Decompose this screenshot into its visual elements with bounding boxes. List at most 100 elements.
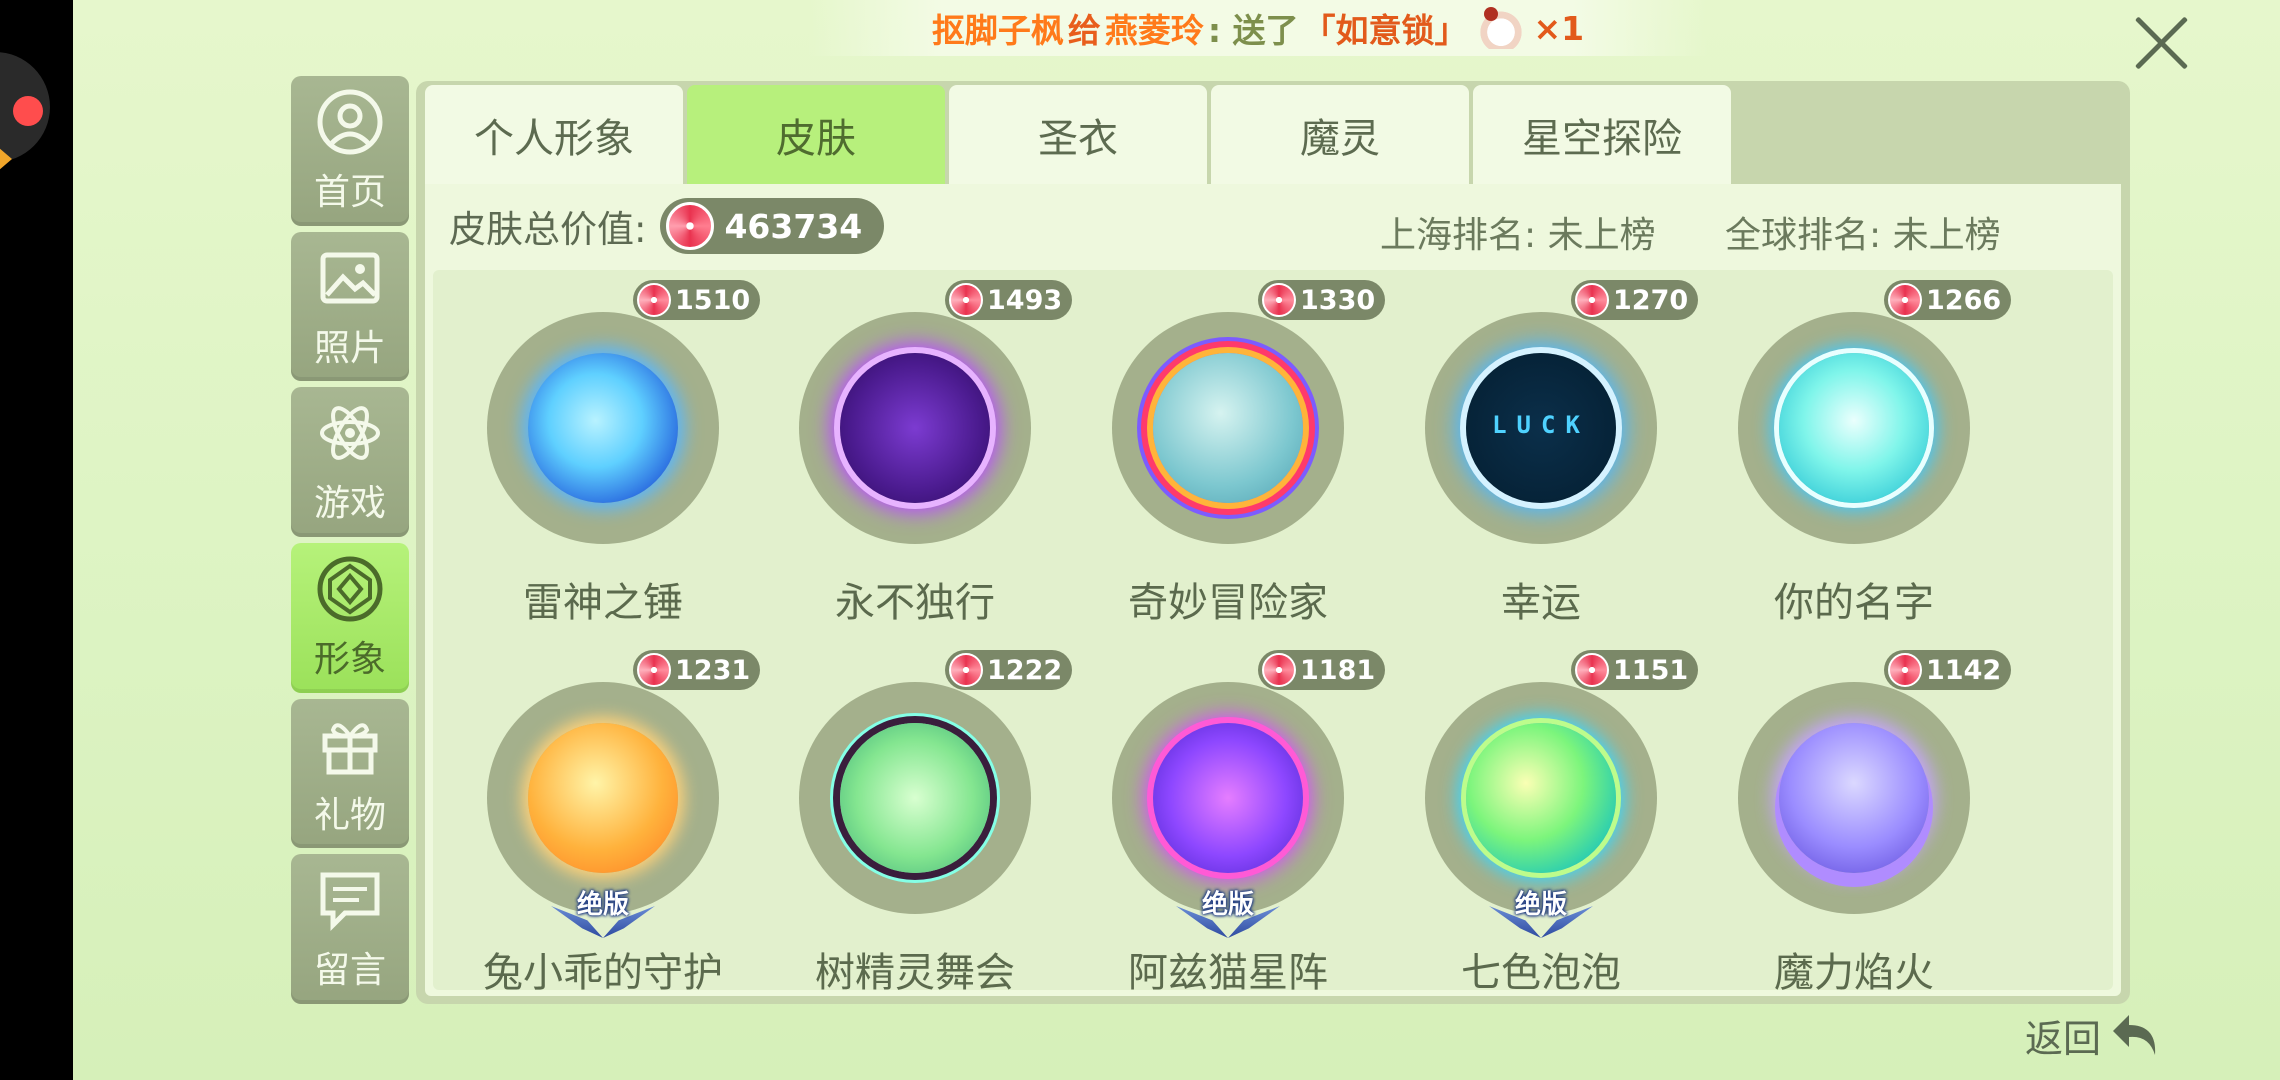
nav-photos[interactable]: 照片 xyxy=(291,231,409,382)
skin-card[interactable]: 1266 你的名字 xyxy=(1698,280,2012,640)
gift-broadcast-banner: 抠脚子枫 给 燕菱玲 : 送了 「如意锁」 ×1 xyxy=(808,0,1708,56)
candy-currency-icon xyxy=(1575,283,1609,317)
limited-edition-badge: 绝版 xyxy=(545,884,661,942)
tab-star-adventure[interactable]: 星空探险 xyxy=(1473,85,1731,185)
broadcast-receiver: 燕菱玲 xyxy=(1104,11,1204,50)
message-icon xyxy=(320,872,380,932)
floating-assist-button[interactable] xyxy=(0,52,50,171)
skin-card[interactable]: 1181 绝版 阿兹猫星阵 xyxy=(1072,650,1386,1010)
skin-card[interactable]: 1142 魔力焰火 xyxy=(1698,650,2012,1010)
skin-value-badge: 1231 xyxy=(633,650,761,690)
skin-name: 七色泡泡 xyxy=(1461,950,1621,996)
skin-name: 幸运 xyxy=(1501,580,1581,626)
nav-games[interactable]: 游戏 xyxy=(291,387,409,538)
rainbow-orb-icon xyxy=(1153,353,1303,503)
candy-currency-icon xyxy=(1262,653,1296,687)
atom-icon xyxy=(320,406,380,461)
shanghai-rank: 上海排名: 未上榜 xyxy=(1380,215,1656,256)
tab-skins[interactable]: 皮肤 xyxy=(687,85,945,185)
tab-spirits[interactable]: 魔灵 xyxy=(1211,85,1469,185)
skin-name: 奇妙冒险家 xyxy=(1128,580,1328,626)
skin-name: 雷神之锤 xyxy=(523,580,683,626)
skin-card[interactable]: LUCK 1270 幸运 xyxy=(1385,280,1699,640)
skin-card[interactable]: 1151 绝版 七色泡泡 xyxy=(1385,650,1699,1010)
gift-icon xyxy=(322,722,378,775)
total-value-label: 皮肤总价值: xyxy=(449,208,647,251)
game-screen: 抠脚子枫 给 燕菱玲 : 送了 「如意锁」 ×1 首页 照片 游戏 形象 礼物 … xyxy=(73,0,2280,1080)
candy-currency-icon xyxy=(1262,283,1296,317)
skins-grid: 1510 雷神之锤 1493 永不独行 1330 奇妙冒险家 LUCK 1270… xyxy=(433,270,2113,996)
nav-home[interactable]: 首页 xyxy=(291,76,409,226)
magic-fire-orb-icon xyxy=(1779,723,1929,873)
nav-label: 形象 xyxy=(313,638,386,680)
skin-card[interactable]: 1510 雷神之锤 xyxy=(447,280,761,640)
limited-edition-badge: 绝版 xyxy=(1170,884,1286,942)
purple-orb-icon xyxy=(840,353,990,503)
skin-value: 1181 xyxy=(1300,654,1376,686)
return-arrow-icon xyxy=(2113,1015,2156,1055)
nav-gifts[interactable]: 礼物 xyxy=(291,698,409,849)
broadcast-sender: 抠脚子枫 xyxy=(931,11,1064,50)
skin-value: 1142 xyxy=(1926,654,2002,686)
skin-card[interactable]: 1222 树精灵舞会 xyxy=(759,650,1073,1010)
skin-value: 1231 xyxy=(675,654,751,686)
candy-currency-icon xyxy=(949,653,983,687)
nav-appearance[interactable]: 形象 xyxy=(291,543,409,693)
skin-name: 永不独行 xyxy=(835,580,995,626)
broadcast-item: 「如意锁」 xyxy=(1302,11,1468,50)
skin-card[interactable]: 1330 奇妙冒险家 xyxy=(1072,280,1386,640)
tab-bar: 个人形象 皮肤 圣衣 魔灵 星空探险 xyxy=(425,85,1731,185)
lock-gift-icon xyxy=(1477,7,1524,49)
skin-ring xyxy=(799,682,1031,914)
photo-icon xyxy=(320,252,380,303)
total-value-pill: 463734 xyxy=(660,198,885,254)
broadcast-action: : 送了 xyxy=(1207,11,1299,50)
expand-arrow-icon xyxy=(0,147,12,171)
nav-messages[interactable]: 留言 xyxy=(291,854,409,1005)
vine-orb-icon xyxy=(840,723,990,873)
skin-value-badge: 1270 xyxy=(1571,280,1699,320)
candy-currency-icon xyxy=(1888,283,1922,317)
limited-label: 绝版 xyxy=(1201,890,1254,920)
candy-currency-icon xyxy=(637,283,671,317)
skin-name: 兔小乖的守护 xyxy=(483,950,723,996)
skin-value: 1222 xyxy=(987,654,1063,686)
bubble-orb-icon xyxy=(1466,723,1616,873)
skin-name: 你的名字 xyxy=(1774,580,1934,626)
skin-value: 1151 xyxy=(1613,654,1689,686)
candy-currency-icon xyxy=(1575,653,1609,687)
skin-ring xyxy=(1738,682,1970,914)
gem-icon xyxy=(317,556,383,622)
side-nav: 首页 照片 游戏 形象 礼物 留言 xyxy=(291,76,409,1005)
constellation-orb-icon xyxy=(1153,723,1303,873)
skin-value-badge: 1493 xyxy=(945,280,1073,320)
skin-ring xyxy=(487,682,719,914)
close-icon[interactable] xyxy=(2131,12,2193,74)
skin-value-badge: 1181 xyxy=(1258,650,1386,690)
limited-label: 绝版 xyxy=(1514,890,1567,920)
skin-value-summary: 皮肤总价值: 463734 上海排名: 未上榜 全球排名: 未上榜 xyxy=(425,184,2121,268)
skin-card[interactable]: 1231 绝版 兔小乖的守护 xyxy=(447,650,761,1010)
skin-value: 1510 xyxy=(675,284,751,316)
skin-ring: LUCK xyxy=(1425,312,1657,544)
notification-dot-icon xyxy=(13,96,43,126)
orange-orb-icon xyxy=(528,723,678,873)
nav-label: 首页 xyxy=(313,171,386,213)
limited-label: 绝版 xyxy=(576,890,629,920)
skin-value: 1270 xyxy=(1613,284,1689,316)
skin-value-badge: 1151 xyxy=(1571,650,1699,690)
skin-card[interactable]: 1493 永不独行 xyxy=(759,280,1073,640)
skin-value-badge: 1266 xyxy=(1884,280,2012,320)
tab-holy-cloth[interactable]: 圣衣 xyxy=(949,85,1207,185)
candy-currency-icon xyxy=(637,653,671,687)
skin-value: 1266 xyxy=(1926,284,2002,316)
skin-value-badge: 1330 xyxy=(1258,280,1386,320)
skins-content: 皮肤总价值: 463734 上海排名: 未上榜 全球排名: 未上榜 1510 雷… xyxy=(425,184,2121,996)
total-value: 463734 xyxy=(724,206,863,246)
skin-name: 阿兹猫星阵 xyxy=(1128,950,1328,996)
skin-value: 1330 xyxy=(1300,284,1376,316)
skin-ring xyxy=(1425,682,1657,914)
home-icon xyxy=(317,89,383,155)
tab-personal-image[interactable]: 个人形象 xyxy=(425,85,683,185)
back-button[interactable]: 返回 xyxy=(2025,1004,2161,1066)
